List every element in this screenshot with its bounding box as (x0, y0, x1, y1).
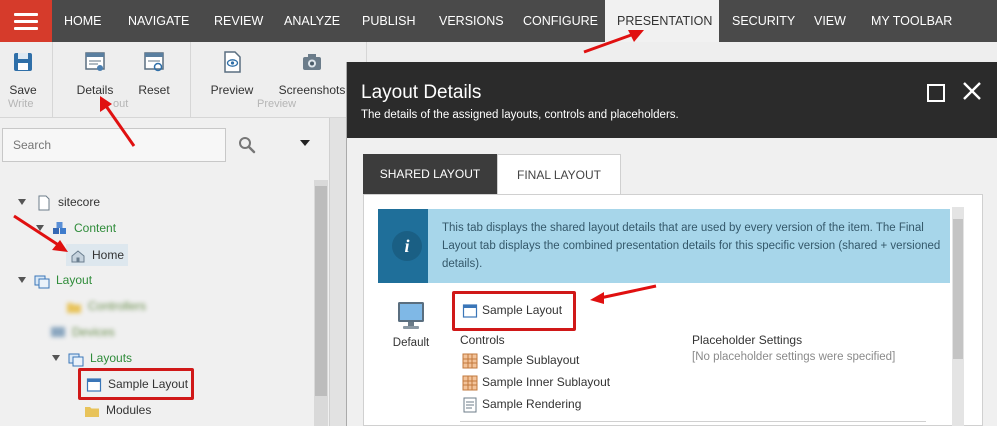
scrollbar-thumb[interactable] (315, 186, 327, 396)
collapse-arrow-icon[interactable] (18, 277, 26, 283)
tree-item-label: Controllers (88, 299, 147, 313)
content-editor-background (330, 118, 346, 426)
highlight-box (452, 291, 576, 331)
top-navigation-bar: HOME NAVIGATE REVIEW ANALYZE PUBLISH VER… (0, 0, 997, 42)
tree-item-label: Layouts (90, 351, 133, 365)
save-button[interactable]: Save (8, 50, 38, 97)
screenshots-button[interactable]: Screenshots (276, 50, 348, 97)
nav-tab-review[interactable]: REVIEW (202, 0, 275, 42)
placeholder-empty-text: [No placeholder settings were specified] (692, 351, 896, 363)
screenshots-label: Screenshots (278, 83, 346, 97)
nav-tab-configure[interactable]: CONFIGURE (511, 0, 610, 42)
monitor-icon (398, 302, 424, 329)
control-item-sample-sublayout[interactable]: Sample Sublayout (462, 353, 579, 369)
nav-tab-presentation[interactable]: PRESENTATION (605, 0, 719, 42)
content-tree-panel: sitecore Content Home Layout (0, 118, 330, 426)
details-icon (85, 52, 105, 71)
collapse-arrow-icon[interactable] (36, 225, 44, 231)
details-button[interactable]: Details (74, 50, 116, 97)
tree-item-label: Modules (106, 403, 152, 417)
search-options-dropdown-icon[interactable] (300, 140, 310, 146)
nav-tab-my-toolbar[interactable]: MY TOOLBAR (859, 0, 964, 42)
preview-icon (224, 51, 241, 73)
nav-tab-home[interactable]: HOME (52, 0, 114, 42)
ribbon-group-write: Write (8, 98, 34, 110)
nav-tab-publish[interactable]: PUBLISH (350, 0, 428, 42)
nav-tab-navigate[interactable]: NAVIGATE (116, 0, 201, 42)
tab-final-layout[interactable]: FINAL LAYOUT (497, 154, 621, 195)
ribbon-group-preview: Preview (257, 98, 297, 110)
tree-item-layouts[interactable]: Layouts (52, 347, 132, 369)
info-icon: i (392, 231, 422, 261)
info-text: This tab displays the shared layout deta… (442, 222, 941, 270)
layout-icon (34, 275, 50, 289)
sublayout-icon (462, 375, 478, 391)
info-message: i This tab displays the shared layout de… (378, 209, 950, 283)
tree-scrollbar[interactable] (314, 180, 328, 426)
camera-icon (303, 54, 321, 70)
nav-tab-analyze[interactable]: ANALYZE (272, 0, 352, 42)
home-icon (71, 250, 85, 263)
folder-icon (85, 406, 99, 417)
layout-details-dialog: Layout Details The details of the assign… (346, 62, 997, 426)
tree-item-devices[interactable]: Devices (50, 321, 115, 343)
nav-tab-versions[interactable]: VERSIONS (427, 0, 516, 42)
tree-item-label: Devices (72, 325, 115, 339)
preview-button[interactable]: Preview (208, 50, 256, 97)
divider (460, 421, 926, 422)
save-icon (14, 53, 32, 71)
save-label: Save (9, 83, 37, 97)
collapse-arrow-icon[interactable] (52, 355, 60, 361)
tree-item-sitecore[interactable]: sitecore (18, 191, 100, 213)
panel-scrollbar[interactable] (952, 207, 964, 426)
hamburger-menu-icon[interactable] (0, 0, 52, 42)
device-default[interactable]: Default (386, 299, 436, 349)
reset-button[interactable]: Reset (136, 50, 172, 97)
control-item-sample-rendering[interactable]: Sample Rendering (462, 397, 581, 413)
document-icon (38, 195, 50, 211)
tree-item-label: Home (92, 248, 125, 262)
controls-label: Controls (460, 333, 505, 347)
tree-item-label: Layout (56, 273, 93, 287)
reset-icon (144, 52, 164, 72)
dialog-subtitle: The details of the assigned layouts, con… (361, 109, 679, 121)
search-input[interactable] (2, 128, 226, 162)
tree-item-label: Content (74, 221, 117, 235)
dialog-title: Layout Details (361, 82, 482, 103)
content-cubes-icon (53, 221, 66, 234)
scrollbar-thumb[interactable] (953, 219, 963, 359)
search-icon[interactable] (238, 136, 256, 154)
close-icon[interactable] (961, 80, 983, 102)
control-label: Sample Inner Sublayout (482, 375, 611, 390)
reset-label: Reset (138, 83, 170, 97)
placeholder-settings-label: Placeholder Settings (692, 333, 803, 347)
dialog-header: Layout Details The details of the assign… (347, 62, 997, 138)
tab-shared-layout[interactable]: SHARED LAYOUT (363, 154, 497, 195)
collapse-arrow-icon[interactable] (18, 199, 26, 205)
details-label: Details (76, 83, 114, 97)
rendering-icon (463, 397, 477, 413)
tree-item-modules[interactable]: Modules (84, 399, 151, 421)
devices-icon (51, 326, 65, 337)
control-item-sample-inner-sublayout[interactable]: Sample Inner Sublayout (462, 375, 610, 391)
control-label: Sample Rendering (482, 397, 582, 412)
tree-item-layout[interactable]: Layout (18, 269, 92, 291)
device-label: Default (392, 337, 430, 349)
tree-item-content[interactable]: Content (36, 217, 116, 239)
nav-tab-view[interactable]: VIEW (802, 0, 858, 42)
shared-layout-panel: i This tab displays the shared layout de… (363, 194, 983, 426)
folder-icon (67, 302, 81, 313)
highlight-box (78, 368, 194, 400)
preview-label: Preview (210, 83, 254, 97)
nav-tab-security[interactable]: SECURITY (720, 0, 807, 42)
tree-item-home[interactable]: Home (66, 244, 129, 266)
tree-item-label: sitecore (58, 195, 101, 209)
maximize-icon[interactable] (927, 84, 945, 102)
tree-item-controllers[interactable]: Controllers (66, 295, 146, 317)
layouts-icon (68, 353, 84, 367)
sublayout-icon (462, 353, 478, 369)
control-label: Sample Sublayout (482, 353, 580, 368)
ribbon-group-layout: out (113, 98, 129, 110)
